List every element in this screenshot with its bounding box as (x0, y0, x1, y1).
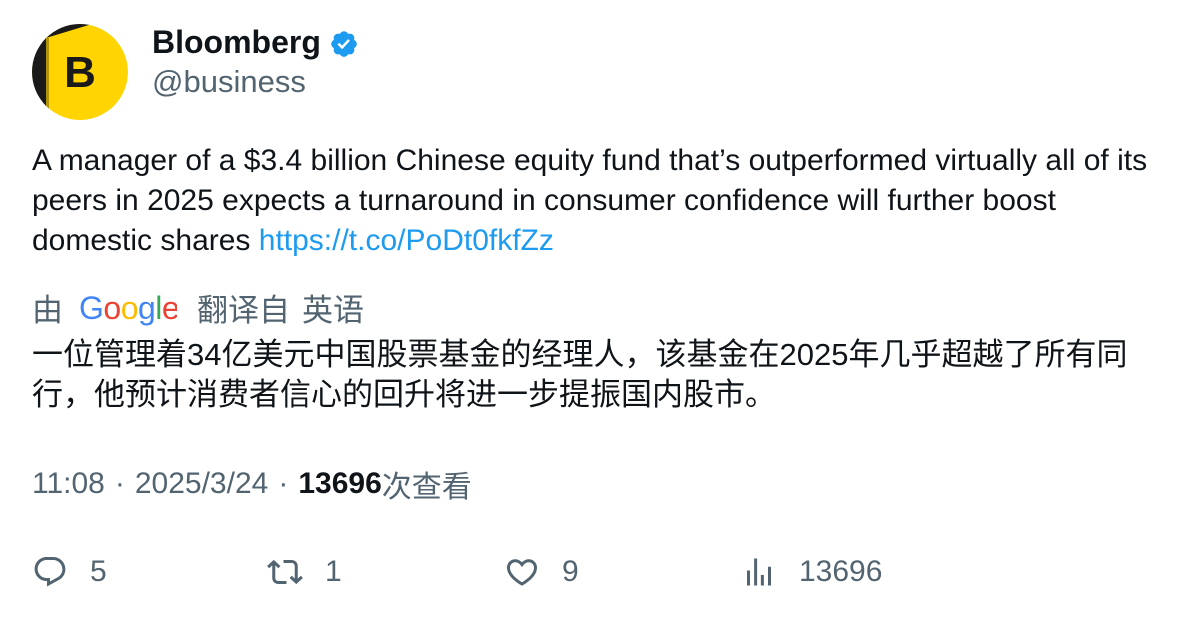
avatar-letter: B (64, 48, 96, 97)
like-icon (506, 559, 538, 586)
reply-icon (34, 557, 66, 587)
translated-text: 一位管理着34亿美元中国股票基金的经理人，该基金在2025年几乎超越了所有同行，… (32, 337, 1128, 412)
like-button[interactable]: 9 (504, 552, 579, 592)
tweet-date[interactable]: 2025/3/24 (135, 467, 268, 501)
meta-separator: · (114, 467, 125, 500)
google-logo-icon: Google (79, 292, 177, 326)
source-language: 英语 (302, 292, 364, 328)
author-name[interactable]: Bloomberg (152, 22, 321, 62)
retweet-icon (267, 559, 303, 585)
reply-count: 5 (90, 555, 107, 588)
views-count: 13696 (298, 467, 382, 500)
views-label: 次查看 (381, 471, 472, 504)
avatar[interactable]: B (32, 24, 128, 120)
views-button[interactable]: 13696 (741, 552, 882, 592)
author-name-row: Bloomberg (152, 22, 359, 62)
meta-separator: · (278, 467, 289, 500)
tweet-body: A manager of a $3.4 billion Chinese equi… (32, 144, 1148, 257)
svg-text:Google: Google (79, 292, 177, 326)
retweet-count: 1 (325, 555, 342, 588)
action-bar: 5 1 9 13696 (32, 552, 1172, 592)
tweet-time[interactable]: 11:08 (32, 467, 105, 501)
views-action-count: 13696 (799, 555, 883, 588)
analytics-icon (747, 558, 771, 586)
bloomberg-logo-icon: B (32, 24, 128, 120)
translated-from-label: 翻译自 (197, 292, 290, 328)
translated-by-label: 由 (32, 292, 63, 328)
reply-button[interactable]: 5 (32, 552, 107, 592)
like-count: 9 (562, 555, 579, 588)
retweet-button[interactable]: 1 (267, 552, 342, 592)
author-handle[interactable]: @business (152, 62, 306, 102)
verified-badge-icon (329, 29, 359, 59)
tweet-meta: 11:08 · 2025/3/24 · 13696 次查看 (32, 464, 472, 504)
tweet-link[interactable]: https://t.co/PoDt0fkfZz (259, 224, 554, 257)
translation-header[interactable]: 由 Google 翻译自 英语 (32, 287, 364, 328)
tweet-card: B Bloomberg @business A manager of a $3.… (0, 0, 1196, 618)
tweet-text: A manager of a $3.4 billion Chinese equi… (32, 141, 1172, 261)
